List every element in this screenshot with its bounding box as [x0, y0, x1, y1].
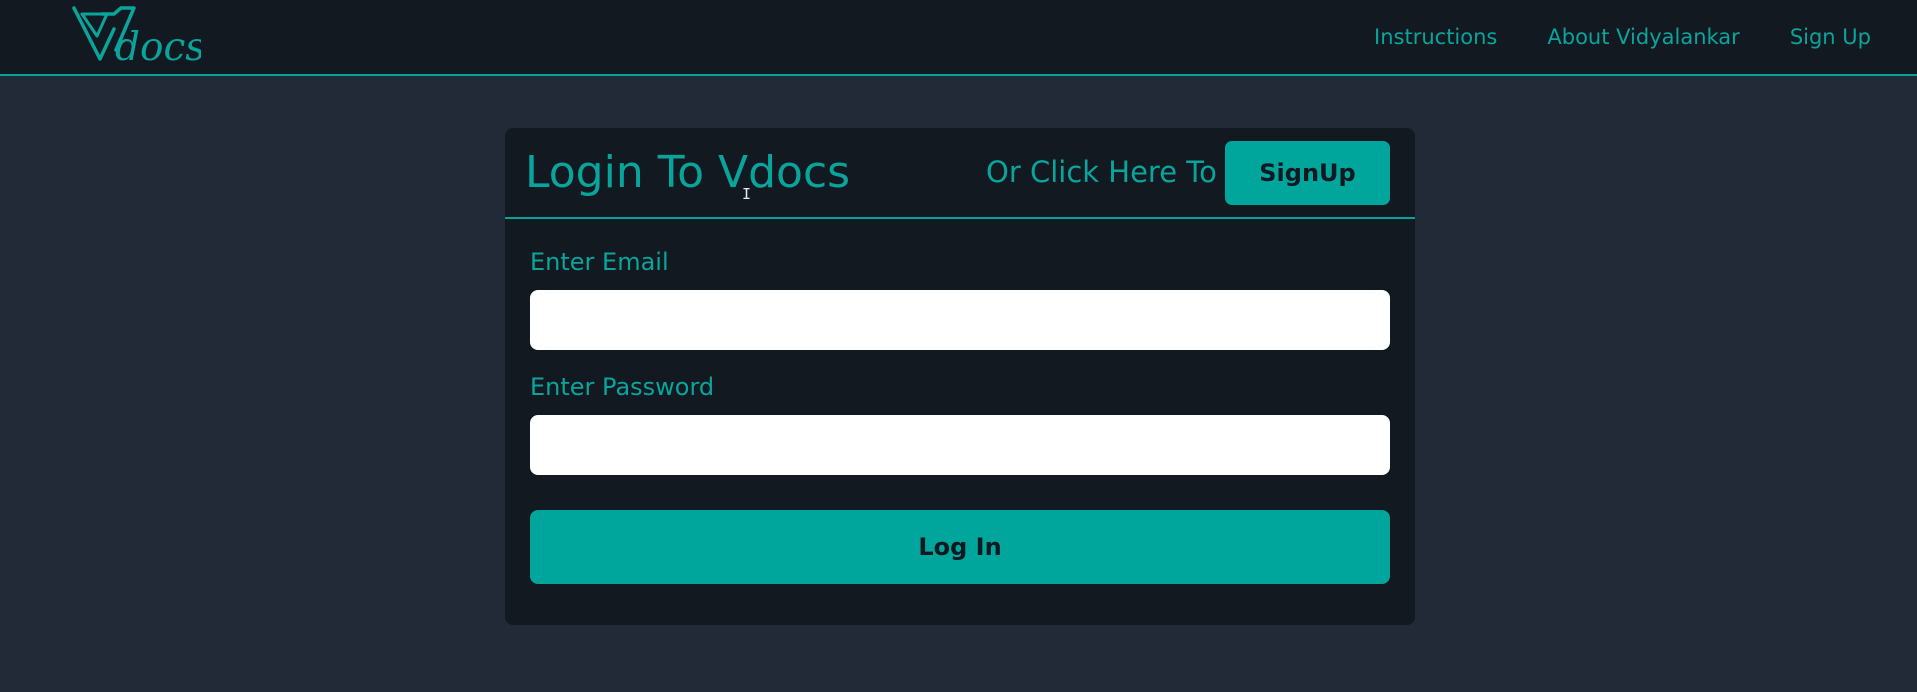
navbar: docs Instructions About Vidyalankar Sign…	[0, 0, 1917, 76]
nav-link-sign-up[interactable]: Sign Up	[1790, 25, 1871, 49]
login-card-header: Login To Vdocs Or Click Here To SignUp	[505, 128, 1415, 219]
email-label: Enter Email	[530, 248, 669, 276]
nav-link-about-vidyalankar[interactable]: About Vidyalankar	[1547, 25, 1739, 49]
password-field[interactable]	[530, 415, 1390, 475]
text-cursor-icon: I	[742, 185, 752, 203]
v-logo-icon[interactable]: docs	[71, 5, 201, 67]
password-label: Enter Password	[530, 373, 715, 401]
page-title: Login To Vdocs	[525, 147, 851, 198]
logo-text: docs	[115, 25, 201, 67]
email-field[interactable]	[530, 290, 1390, 350]
login-card: Login To Vdocs Or Click Here To SignUp E…	[505, 128, 1415, 625]
nav-link-instructions[interactable]: Instructions	[1374, 25, 1497, 49]
signup-button[interactable]: SignUp	[1225, 141, 1390, 205]
nav-links: Instructions About Vidyalankar Sign Up	[1374, 0, 1871, 74]
signup-prompt-text: Or Click Here To	[986, 155, 1217, 189]
login-button[interactable]: Log In	[530, 510, 1390, 584]
